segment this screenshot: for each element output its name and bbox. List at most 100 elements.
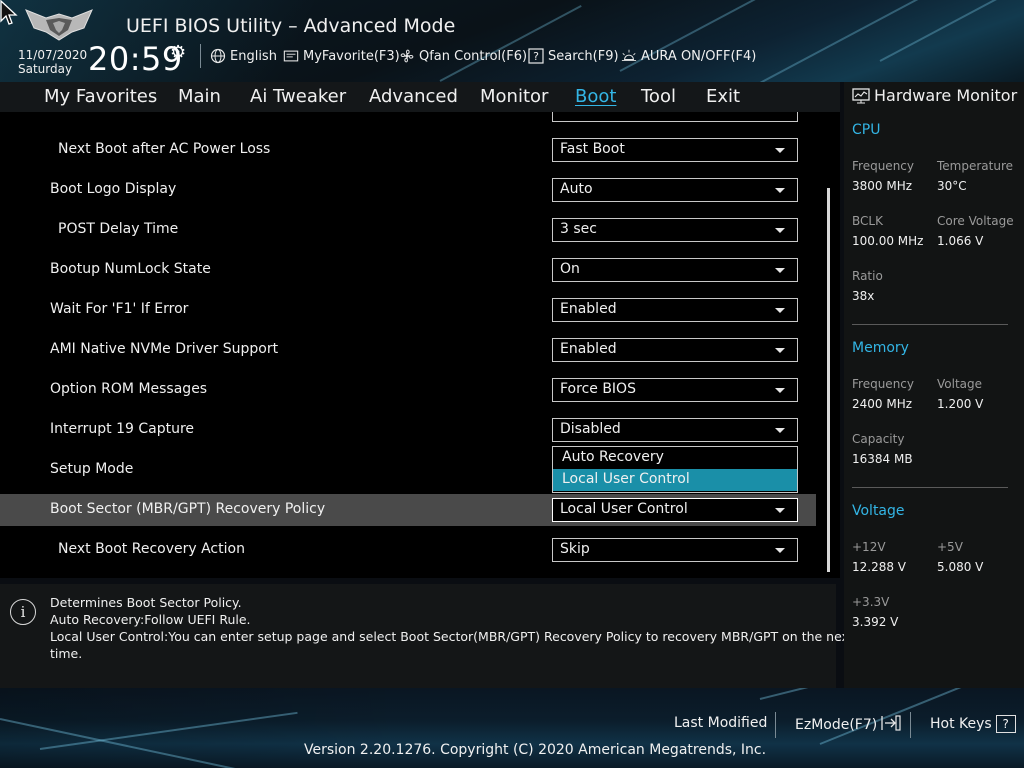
option-rom-messages-select[interactable]: Force BIOS [552, 378, 798, 402]
qfan-control-label: Qfan Control(F6) [419, 48, 528, 64]
select-value: Fast Boot [560, 141, 625, 157]
tab-ai-tweaker[interactable]: Ai Tweaker [250, 86, 346, 107]
setting-label: Next Boot after AC Power Loss [58, 141, 271, 157]
setting-label: Interrupt 19 Capture [50, 421, 194, 437]
setting-row-boot-logo-display[interactable]: Boot Logo Display Auto [0, 174, 816, 206]
tab-exit[interactable]: Exit [706, 86, 740, 107]
clock-settings-gear-icon[interactable]: ⚙ [170, 42, 186, 63]
tab-boot[interactable]: Boot [575, 86, 616, 107]
svg-text:?: ? [533, 50, 539, 63]
chevron-down-icon [775, 148, 785, 153]
monitor-icon [852, 87, 870, 103]
app-title: UEFI BIOS Utility – Advanced Mode [126, 15, 456, 37]
section-divider [852, 487, 1008, 488]
ezmode-label: EzMode(F7) [795, 717, 878, 733]
setting-row-post-delay-time[interactable]: POST Delay Time 3 sec [0, 214, 816, 246]
next-boot-ac-power-loss-select[interactable]: Fast Boot [552, 138, 798, 162]
help-text-line: time. [50, 646, 83, 661]
setting-row-wait-for-f1[interactable]: Wait For 'F1' If Error Enabled [0, 294, 816, 326]
memory-section-title: Memory [852, 340, 909, 356]
chevron-down-icon [775, 548, 785, 553]
dropdown-option-auto-recovery[interactable]: Auto Recovery [553, 447, 797, 469]
clock-display: 20:59 [88, 40, 183, 78]
memory-capacity-label: Capacity [852, 432, 905, 446]
setting-row-interrupt-19-capture[interactable]: Interrupt 19 Capture Disabled [0, 414, 816, 446]
setting-label: Boot Logo Display [50, 181, 177, 197]
main-tab-bar: My Favorites Main Ai Tweaker Advanced Mo… [0, 82, 840, 112]
core-voltage-label: Core Voltage [937, 214, 1014, 228]
search-button[interactable]: ? Search(F9) [528, 47, 619, 65]
v12-label: +12V [852, 540, 886, 554]
select-value: Disabled [560, 421, 621, 437]
chevron-down-icon [775, 228, 785, 233]
search-label: Search(F9) [548, 48, 619, 64]
setting-row-option-rom-messages[interactable]: Option ROM Messages Force BIOS [0, 374, 816, 406]
v33-value: 3.392 V [852, 615, 899, 629]
partially-visible-select[interactable] [552, 112, 798, 122]
ratio-label: Ratio [852, 269, 883, 283]
chevron-down-icon [775, 308, 785, 313]
cpu-temperature-label: Temperature [937, 159, 1014, 173]
setting-row-bootup-numlock-state[interactable]: Bootup NumLock State On [0, 254, 816, 286]
help-text-line: Local User Control:You can enter setup p… [50, 629, 886, 644]
boot-sector-recovery-policy-select[interactable]: Local User Control [552, 498, 798, 522]
dropdown-option-local-user-control[interactable]: Local User Control [553, 469, 797, 491]
header-divider [200, 44, 201, 68]
setting-row-next-boot-ac-power-loss[interactable]: Next Boot after AC Power Loss Fast Boot [0, 134, 816, 166]
globe-icon [210, 48, 226, 64]
date-display: 11/07/2020 [18, 48, 88, 62]
help-text-line: Determines Boot Sector Policy. [50, 595, 242, 610]
hot-keys-button[interactable]: Hot Keys ? [930, 715, 1016, 733]
bootup-numlock-state-select[interactable]: On [552, 258, 798, 282]
ami-nvme-driver-select[interactable]: Enabled [552, 338, 798, 362]
help-key-icon: ? [995, 715, 1016, 733]
aura-toggle-button[interactable]: AURA ON/OFF(F4) [621, 47, 756, 65]
select-value: On [560, 261, 580, 277]
wait-for-f1-select[interactable]: Enabled [552, 298, 798, 322]
setting-label: Boot Sector (MBR/GPT) Recovery Policy [50, 501, 326, 517]
info-icon: i [10, 599, 36, 625]
qfan-control-button[interactable]: Qfan Control(F6) [399, 47, 527, 65]
tab-my-favorites[interactable]: My Favorites [44, 86, 157, 107]
section-divider [852, 324, 1008, 325]
select-value: Enabled [560, 301, 617, 317]
setting-row-next-boot-recovery-action[interactable]: Next Boot Recovery Action Skip [0, 534, 816, 566]
interrupt-19-capture-select[interactable]: Disabled [552, 418, 798, 442]
bclk-label: BCLK [852, 214, 883, 228]
cpu-temperature-value: 30°C [937, 179, 967, 193]
tab-main[interactable]: Main [178, 86, 221, 107]
memory-frequency-label: Frequency [852, 377, 914, 391]
chevron-down-icon [775, 428, 785, 433]
cpu-section-title: CPU [852, 122, 881, 138]
footer-bar: Last Modified EzMode(F7) Hot Keys ? Vers… [0, 688, 1024, 768]
chevron-down-icon [775, 508, 785, 513]
setting-label: POST Delay Time [58, 221, 179, 237]
post-delay-time-select[interactable]: 3 sec [552, 218, 798, 242]
cpu-frequency-label: Frequency [852, 159, 914, 173]
tab-advanced[interactable]: Advanced [369, 86, 458, 107]
boot-logo-display-select[interactable]: Auto [552, 178, 798, 202]
language-button[interactable]: English [210, 47, 277, 65]
last-modified-button[interactable]: Last Modified [674, 715, 767, 731]
memory-voltage-value: 1.200 V [937, 397, 984, 411]
hardware-monitor-title: Hardware Monitor [852, 86, 1017, 105]
ezmode-button[interactable]: EzMode(F7) [795, 715, 901, 735]
setting-label: Setup Mode [50, 461, 134, 477]
chevron-down-icon [775, 268, 785, 273]
select-value: 3 sec [560, 221, 597, 237]
select-value: Force BIOS [560, 381, 636, 397]
tab-monitor[interactable]: Monitor [480, 86, 548, 107]
settings-scrollbar[interactable] [827, 188, 830, 572]
v5-value: 5.080 V [937, 560, 984, 574]
myfavorite-button[interactable]: MyFavorite(F3) [283, 47, 400, 65]
setting-label: Bootup NumLock State [50, 261, 211, 277]
recovery-policy-dropdown-menu: Auto Recovery Local User Control [552, 446, 798, 493]
next-boot-recovery-action-select[interactable]: Skip [552, 538, 798, 562]
setting-row-ami-nvme-driver[interactable]: AMI Native NVMe Driver Support Enabled [0, 334, 816, 366]
tab-tool[interactable]: Tool [641, 86, 676, 107]
setting-row-boot-sector-recovery-policy[interactable]: Boot Sector (MBR/GPT) Recovery Policy Lo… [0, 494, 816, 526]
language-label: English [230, 48, 277, 64]
setting-label: AMI Native NVMe Driver Support [50, 341, 279, 357]
ratio-value: 38x [852, 289, 875, 303]
hardware-monitor-title-text: Hardware Monitor [874, 86, 1018, 105]
